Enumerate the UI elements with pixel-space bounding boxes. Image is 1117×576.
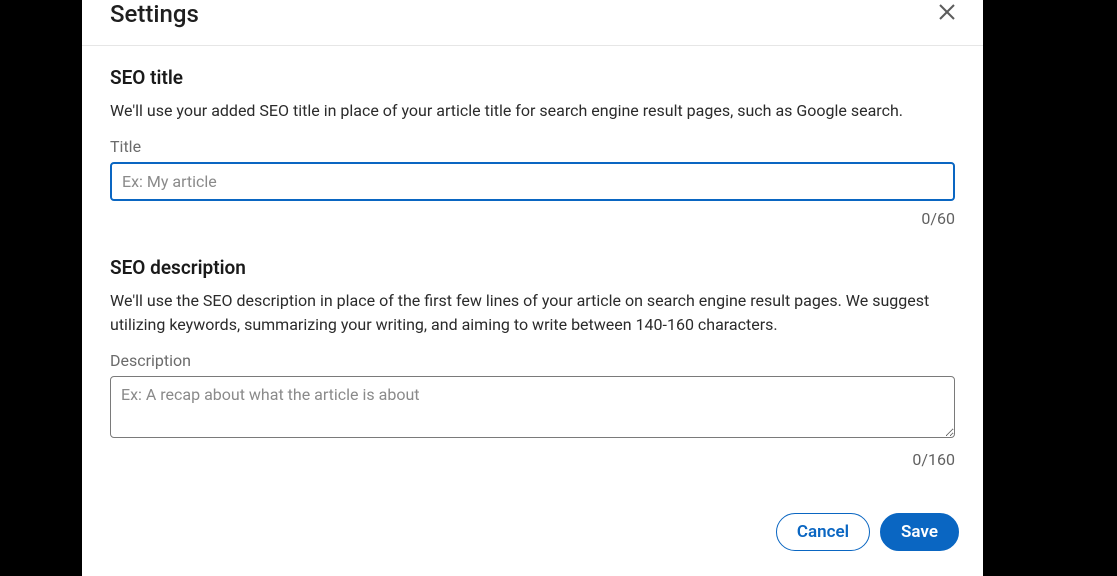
seo-description-section: SEO description We'll use the SEO descri… [110,256,955,469]
seo-description-counter: 0/160 [110,450,955,469]
close-icon [935,0,959,24]
seo-description-input[interactable] [110,376,955,438]
seo-title-section: SEO title We'll use your added SEO title… [110,66,955,228]
title-label: Title [110,137,955,156]
modal-body: SEO title We'll use your added SEO title… [82,46,983,497]
seo-description-description: We'll use the SEO description in place o… [110,289,955,337]
seo-title-description: We'll use your added SEO title in place … [110,99,955,123]
description-label: Description [110,351,955,370]
cancel-button[interactable]: Cancel [776,513,870,551]
seo-description-heading: SEO description [110,256,955,279]
modal-header: Settings [82,0,983,46]
modal-title: Settings [110,0,199,29]
seo-title-counter: 0/60 [110,209,955,228]
modal-footer: Cancel Save [82,497,983,551]
close-button[interactable] [935,0,959,26]
seo-title-heading: SEO title [110,66,955,89]
seo-title-input[interactable] [110,162,955,201]
save-button[interactable]: Save [880,513,959,551]
settings-modal: Settings SEO title We'll use your added … [82,0,983,576]
